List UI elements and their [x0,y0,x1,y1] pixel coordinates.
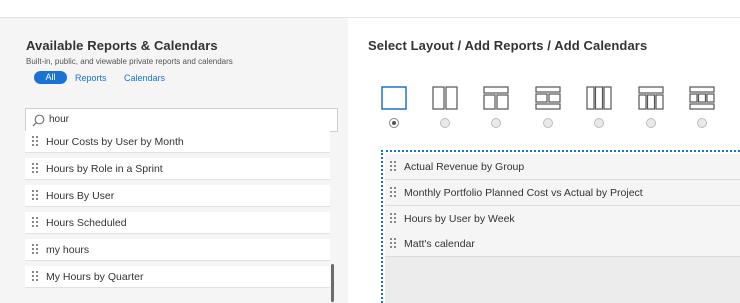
available-reports-panel: Available Reports & Calendars Built-in, … [0,18,348,303]
top-two-column-bottom-layout-icon[interactable] [535,86,561,110]
drop-zone-empty-area[interactable] [385,257,740,303]
list-item-label: Hours By User [46,190,115,202]
filter-calendars-link[interactable]: Calendars [124,73,165,83]
selected-report-label: Hours by User by Week [404,213,515,225]
search-value: hour [49,114,70,125]
layout-radio-single-column[interactable] [389,118,399,128]
list-scrollbar[interactable] [331,264,334,302]
layout-radio-top-two-column-bottom[interactable] [543,118,553,128]
layout-radio-top-plus-two-column[interactable] [491,118,501,128]
drag-handle-icon[interactable] [390,187,396,198]
drag-handle-icon[interactable] [390,238,396,249]
list-item-label: My Hours by Quarter [46,271,144,283]
list-item-label: my hours [46,244,90,256]
available-reports-subtitle: Built-in, public, and viewable private r… [26,57,233,66]
selected-report-item[interactable]: Hours by User by Week [385,206,740,232]
selected-report-item[interactable]: Monthly Portfolio Planned Cost vs Actual… [385,180,740,206]
filter-all-pill[interactable]: All [34,71,67,84]
drag-handle-icon[interactable] [32,244,38,255]
selected-report-label: Actual Revenue by Group [404,161,525,173]
list-item[interactable]: my hours [25,239,330,261]
search-icon [32,114,45,127]
drag-handle-icon[interactable] [32,271,38,282]
list-item[interactable]: Hours by Role in a Sprint [25,158,330,180]
selected-report-label: Monthly Portfolio Planned Cost vs Actual… [404,187,643,199]
filter-reports-link[interactable]: Reports [75,73,107,83]
top-plus-two-column-layout-icon[interactable] [483,86,509,110]
available-reports-title: Available Reports & Calendars [26,38,218,53]
three-column-layout-icon[interactable] [586,86,612,110]
layout-radio-two-column[interactable] [440,118,450,128]
layout-radio-top-plus-three-column[interactable] [646,118,656,128]
top-three-column-bottom-layout-icon[interactable] [689,86,715,110]
single-column-layout-icon[interactable] [381,86,407,110]
selected-report-item[interactable]: Matt's calendar [385,231,740,257]
drag-handle-icon[interactable] [390,213,396,224]
list-item-label: Hour Costs by User by Month [46,136,184,148]
drag-handle-icon[interactable] [32,217,38,228]
list-item-label: Hours by Role in a Sprint [46,163,163,175]
list-item[interactable]: Hours Scheduled [25,212,330,234]
layout-panel-title: Select Layout / Add Reports / Add Calend… [368,38,648,53]
list-item[interactable]: Hours By User [25,185,330,207]
drag-handle-icon[interactable] [32,136,38,147]
selected-report-label: Matt's calendar [404,238,475,250]
drag-handle-icon[interactable] [32,163,38,174]
two-column-layout-icon[interactable] [432,86,458,110]
search-input[interactable]: hour [25,108,338,132]
list-item-label: Hours Scheduled [46,217,127,229]
list-item[interactable]: Hour Costs by User by Month [25,131,330,153]
layout-drop-zone[interactable]: Actual Revenue by Group Monthly Portfoli… [381,150,740,303]
layout-radio-top-three-column-bottom[interactable] [697,118,707,128]
drag-handle-icon[interactable] [390,161,396,172]
selected-report-item[interactable]: Actual Revenue by Group [385,154,740,180]
layout-radio-three-column[interactable] [594,118,604,128]
top-plus-three-column-layout-icon[interactable] [638,86,664,110]
drag-handle-icon[interactable] [32,190,38,201]
list-item[interactable]: My Hours by Quarter [25,266,330,288]
